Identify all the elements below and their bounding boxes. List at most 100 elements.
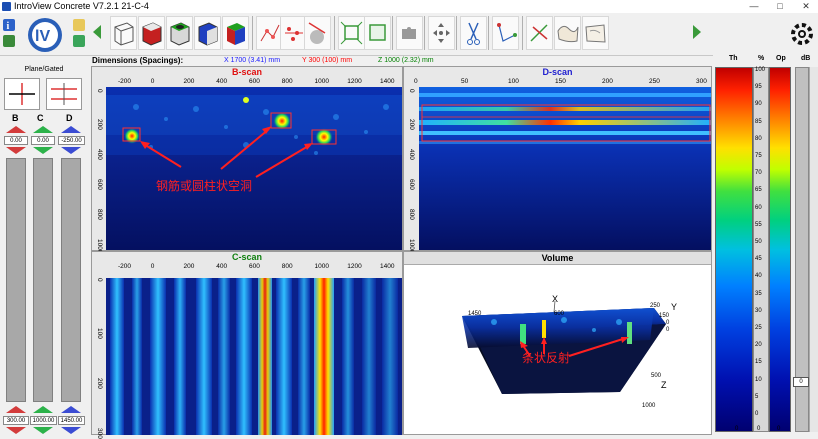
percent-tick: 50 — [755, 239, 762, 245]
blue-cube-icon — [198, 22, 218, 46]
logo-block: i lV — [2, 15, 88, 53]
cscan-xticks-tick: -200 — [118, 263, 132, 270]
c-top-decrease-icon[interactable] — [33, 147, 53, 154]
db-slider-handle[interactable]: 0 — [793, 377, 809, 387]
b-bottom-decrease-icon[interactable] — [6, 427, 26, 434]
dscan-yticks-tick: 200 — [408, 119, 415, 130]
bscan-image[interactable] — [106, 87, 402, 250]
d-top-decrease-icon[interactable] — [61, 147, 81, 154]
clear-points-button[interactable] — [304, 16, 331, 50]
view-all-button[interactable] — [222, 16, 249, 50]
volume-tick-0: 1450 — [468, 311, 482, 317]
d-range-slider[interactable] — [61, 158, 81, 402]
d-top-increase-icon[interactable] — [61, 126, 81, 133]
b-bottom-increase-icon[interactable] — [6, 406, 26, 413]
dscan-image[interactable] — [419, 87, 711, 250]
toolbar-scroll-left-icon[interactable] — [92, 25, 102, 39]
percent-tick: 65 — [755, 187, 762, 194]
axis-tool-button[interactable] — [492, 16, 519, 50]
bscan-y-axis: 0 200 400 600 800 1000 — [92, 87, 106, 253]
cut-button[interactable] — [460, 16, 487, 50]
contour-map-button[interactable] — [582, 16, 609, 50]
fit-frame-icon — [340, 21, 363, 45]
puzzle-button[interactable] — [396, 16, 423, 50]
scale-header-th: Th — [729, 55, 738, 62]
percent-tick: 70 — [755, 170, 762, 177]
view-cscan-button[interactable] — [166, 16, 193, 50]
cscan-panel: C-scan -200 0 200 400 600 800 1000 1200 1400 0 10… — [91, 251, 403, 439]
dimension-x: X 1700 (3.41) mm — [224, 57, 281, 64]
volume-tick-6: 500 — [651, 373, 662, 379]
orient-button[interactable] — [526, 16, 553, 50]
settings-gear-icon[interactable] — [788, 20, 816, 48]
cscan-xticks-tick: 400 — [216, 263, 228, 270]
b-top-value[interactable]: 0.00 — [4, 136, 28, 145]
maximize-button[interactable]: □ — [770, 0, 790, 13]
plane-gated-label: Plane/Gated — [24, 66, 64, 73]
view-dscan-button[interactable] — [194, 16, 221, 50]
d-bottom-value[interactable]: 1450.00 — [58, 416, 85, 425]
measure-path-button[interactable] — [256, 16, 283, 50]
scale-bottom-th: 0 — [735, 426, 739, 432]
map-outline-button[interactable] — [554, 16, 581, 50]
view-wireframe-button[interactable] — [110, 16, 137, 50]
minimize-button[interactable]: — — [744, 0, 764, 13]
point-select-button[interactable] — [280, 16, 307, 50]
view-bscan-button[interactable] — [138, 16, 165, 50]
close-button[interactable]: ✕ — [796, 0, 816, 13]
dscan-x-axis: 0 50 100 150 200 250 300 — [404, 78, 711, 87]
volume-annotation: 条状反射 — [522, 351, 571, 365]
c-bottom-value[interactable]: 1000.00 — [30, 416, 57, 425]
toolbar-separator — [392, 16, 393, 50]
plane-mode-button[interactable] — [4, 78, 40, 110]
toolbar-separator — [252, 16, 253, 50]
axis-lines-icon — [497, 23, 517, 42]
threshold-gradient-bar[interactable] — [715, 67, 753, 432]
dscan-yticks-tick: 600 — [408, 179, 415, 190]
svg-text:lV: lV — [35, 28, 50, 45]
bscan-xticks-tick: -200 — [118, 78, 132, 85]
move-button[interactable] — [428, 16, 455, 50]
c-range-slider[interactable] — [33, 158, 53, 402]
scale-header-op: Op — [776, 55, 786, 62]
d-bottom-increase-icon[interactable] — [61, 406, 81, 413]
c-top-value[interactable]: 0.00 — [31, 136, 55, 145]
d-bottom-decrease-icon[interactable] — [61, 427, 81, 434]
fit-view-button[interactable] — [338, 16, 365, 50]
b-bottom-value[interactable]: 300.00 — [3, 416, 29, 425]
scale-header-percent: % — [758, 55, 765, 62]
bscan-xticks-tick: 1400 — [380, 78, 395, 85]
bscan-annotation: 钢筋或圆柱状空洞 — [156, 179, 253, 193]
db-scroll-column[interactable] — [809, 67, 818, 432]
gated-mode-button[interactable] — [46, 78, 82, 110]
path-points-icon — [260, 24, 280, 42]
c-top-increase-icon[interactable] — [33, 126, 53, 133]
cscan-yticks-tick: 0 — [96, 278, 103, 282]
scale-bottom-percent: 0 — [757, 426, 761, 432]
b-top-decrease-icon[interactable] — [6, 147, 26, 154]
main-toolbar: i lV — [0, 13, 818, 56]
cscan-xticks-tick: 1200 — [347, 263, 362, 270]
volume-tick-7: 1000 — [642, 403, 656, 409]
b-range-slider[interactable] — [6, 158, 26, 402]
c-bottom-decrease-icon[interactable] — [33, 427, 53, 434]
c-bottom-increase-icon[interactable] — [33, 406, 53, 413]
zoom-frame-button[interactable] — [364, 16, 391, 50]
toolbar-scroll-right-icon[interactable] — [692, 25, 702, 39]
cscan-xticks-tick: 200 — [183, 263, 195, 270]
column-b-label: B — [12, 113, 19, 123]
opacity-gradient-bar[interactable] — [769, 67, 791, 432]
cscan-xticks-tick: 1400 — [380, 263, 395, 270]
move-arrows-icon — [433, 23, 450, 43]
dscan-xticks-tick: 50 — [461, 78, 469, 85]
d-top-value[interactable]: -250.00 — [58, 136, 85, 145]
volume-panel: Volume X Y Z 1450 600 250 150 0 0 500 10… — [403, 251, 712, 435]
clear-circle-icon — [308, 22, 326, 44]
volume-tick-2: 250 — [650, 303, 661, 309]
cscan-image[interactable] — [106, 278, 402, 435]
dscan-title: D-scan — [542, 67, 573, 77]
b-top-increase-icon[interactable] — [6, 126, 26, 133]
volume-axis-x-label: X — [552, 294, 558, 304]
cscan-xticks-tick: 600 — [249, 263, 260, 270]
percent-tick: 80 — [755, 135, 762, 142]
